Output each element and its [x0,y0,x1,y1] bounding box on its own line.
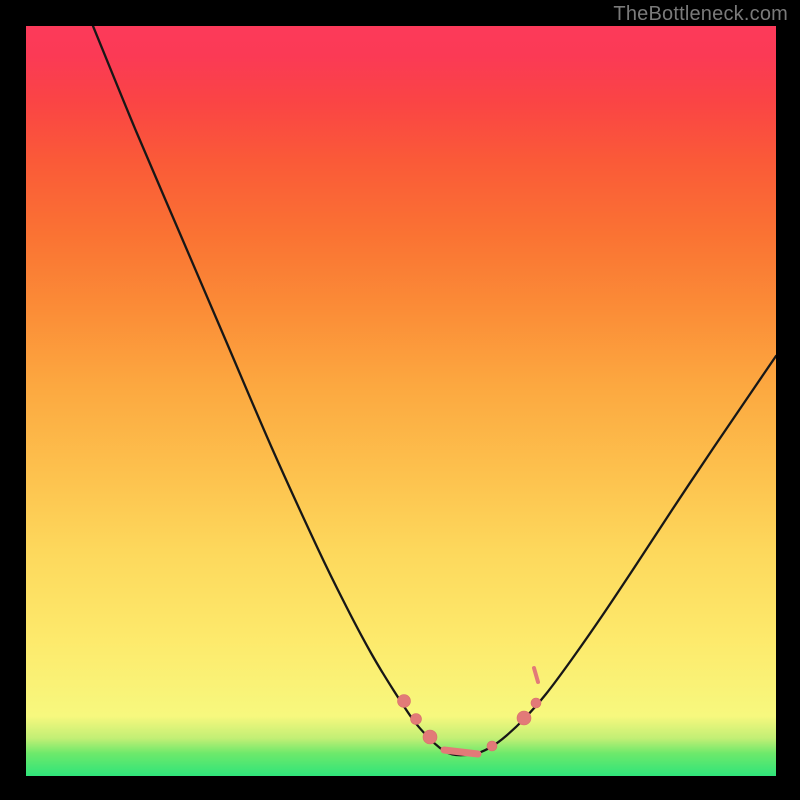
marker-dash [444,750,478,754]
marker-dot [423,730,437,744]
marker-dot [531,698,541,708]
marker-dot [411,714,422,725]
curve-layer [26,26,776,776]
bottleneck-curve [93,26,776,755]
watermark-text: TheBottleneck.com [613,3,788,26]
marker-blip [534,668,538,682]
curve-markers [398,668,542,754]
marker-dot [487,741,497,751]
plot-area [26,26,776,776]
marker-dot [398,695,411,708]
chart-canvas: TheBottleneck.com [0,0,800,800]
marker-dot [517,711,531,725]
